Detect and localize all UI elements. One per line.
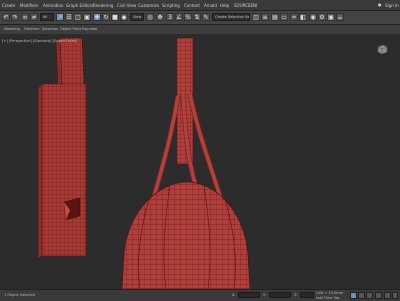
- mirror-icon[interactable]: ◫: [252, 13, 260, 21]
- layer-explorer-icon[interactable]: ▤: [271, 13, 279, 21]
- y-coordinate-field[interactable]: [269, 292, 291, 298]
- tab-populate[interactable]: Populate: [82, 27, 97, 31]
- menu-content[interactable]: Content: [184, 3, 200, 8]
- window-crossing-icon[interactable]: ▣: [83, 13, 91, 21]
- maximize-viewport-icon[interactable]: [392, 292, 398, 299]
- percent-snap-icon[interactable]: %: [184, 13, 192, 21]
- menu-create[interactable]: Create: [2, 3, 15, 8]
- menu-customize[interactable]: Customize: [138, 3, 159, 8]
- x-coordinate-field[interactable]: [238, 292, 260, 298]
- user-icon[interactable]: ●: [378, 2, 382, 7]
- redo-icon[interactable]: ↷: [11, 13, 19, 21]
- select-by-name-icon[interactable]: ☰: [65, 13, 73, 21]
- select-scale-icon[interactable]: ■: [111, 13, 119, 21]
- curve-editor-icon[interactable]: ≈: [290, 13, 298, 21]
- pivot-center-icon[interactable]: ◎: [146, 13, 154, 21]
- select-move-icon[interactable]: ✚: [93, 13, 101, 21]
- select-manipulate-icon[interactable]: ✥: [156, 13, 164, 21]
- z-label: Z:: [294, 293, 298, 297]
- tab-modeling[interactable]: Modeling: [4, 27, 20, 31]
- edit-named-selection-icon[interactable]: ✎: [202, 13, 210, 21]
- menu-arnold[interactable]: Arnold: [204, 3, 217, 8]
- viewport-canvas: [37, 37, 251, 290]
- main-toolbar: ↶ ↷ ∞ ≠ All ↗ ☰ □ ▣ ✚ ↻ ■ ◆ View ◎ ✥ 3 ∠…: [0, 11, 400, 25]
- unlink-icon[interactable]: ≠: [30, 13, 38, 21]
- menu-civil-view[interactable]: Civil View: [117, 3, 136, 8]
- toggle-ribbon-icon[interactable]: ▭: [280, 13, 288, 21]
- snaps-toggle-icon[interactable]: 3: [166, 13, 174, 21]
- status-bar: 1 Object Selected X: Y: Z: Grid = 10.0mm…: [0, 289, 400, 301]
- auto-key-button[interactable]: [350, 292, 357, 299]
- z-coordinate-field[interactable]: [300, 292, 314, 298]
- selection-status: 1 Object Selected: [4, 293, 36, 297]
- lamp-shade-mesh[interactable]: [121, 181, 251, 290]
- add-time-tag-button[interactable]: Add Time Tag: [316, 296, 340, 300]
- rendered-frame-window-icon[interactable]: ▣: [327, 13, 335, 21]
- viewport-label[interactable]: [+] [Perspective] [Standard] [Edged Face…: [2, 39, 77, 43]
- render-production-icon[interactable]: ☕: [336, 13, 344, 21]
- wall-bracket-mesh[interactable]: [37, 37, 87, 259]
- tab-selection[interactable]: Selection: [42, 27, 58, 31]
- orbit-icon[interactable]: [384, 292, 391, 299]
- menu-graph-editors[interactable]: Graph Editors: [66, 3, 93, 8]
- next-frame-icon[interactable]: [366, 292, 373, 299]
- material-editor-icon[interactable]: ◉: [309, 13, 317, 21]
- tab-freeform[interactable]: Freeform: [24, 27, 40, 31]
- y-label: Y:: [263, 293, 266, 297]
- schematic-view-icon[interactable]: ◧: [299, 13, 307, 21]
- named-selection-dropdown[interactable]: Create Selection Se: [212, 13, 250, 21]
- tab-object-paint[interactable]: Object Paint: [60, 27, 81, 31]
- menu-modifiers[interactable]: Modifiers: [20, 3, 38, 8]
- menu-bar: Create Modifiers Animation Graph Editors…: [0, 0, 400, 11]
- x-label: X:: [232, 293, 236, 297]
- zoom-extents-icon[interactable]: [375, 292, 382, 299]
- menu-scripting[interactable]: Scripting: [162, 3, 180, 8]
- perspective-viewport[interactable]: [+] [Perspective] [Standard] [Edged Face…: [0, 34, 400, 290]
- menu-rendering[interactable]: Rendering: [93, 3, 113, 8]
- select-object-icon[interactable]: ↗: [56, 13, 64, 21]
- placement-icon[interactable]: ◆: [120, 13, 128, 21]
- render-setup-icon[interactable]: ⚙: [318, 13, 326, 21]
- select-rotate-icon[interactable]: ↻: [102, 13, 110, 21]
- undo-icon[interactable]: ↶: [2, 13, 10, 21]
- angle-snap-icon[interactable]: ∠: [175, 13, 183, 21]
- link-icon[interactable]: ∞: [21, 13, 29, 21]
- spinner-snap-icon[interactable]: ⇅: [193, 13, 201, 21]
- reference-coordinate-dropdown[interactable]: View: [130, 13, 144, 21]
- grid-size-text: Grid = 10.0mm: [316, 291, 344, 295]
- play-icon[interactable]: [358, 292, 365, 299]
- menu-sourceeni[interactable]: SOURCEENI: [234, 3, 257, 8]
- menu-animation[interactable]: Animation: [43, 3, 63, 8]
- selection-filter-dropdown[interactable]: All: [40, 13, 54, 21]
- viewcube-icon[interactable]: [376, 44, 388, 54]
- menu-help[interactable]: Help: [220, 3, 229, 8]
- align-icon[interactable]: ≡: [261, 13, 269, 21]
- rectangle-selection-icon[interactable]: □: [74, 13, 82, 21]
- sign-in-link[interactable]: Sign In: [385, 3, 399, 8]
